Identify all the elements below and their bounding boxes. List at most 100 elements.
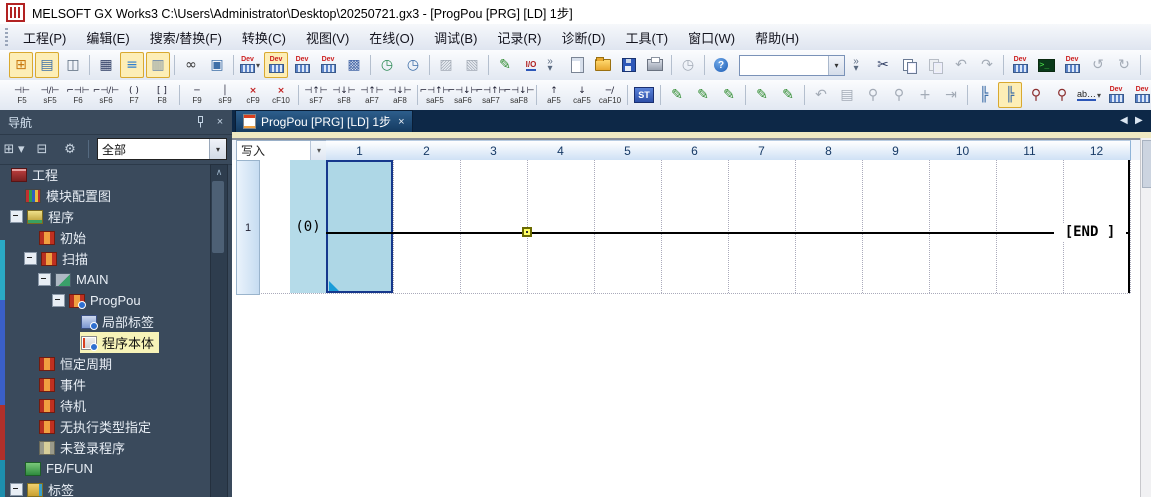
redo-button[interactable]: ↷	[975, 52, 999, 78]
collapse-tree-button[interactable]: ⊟	[30, 137, 54, 161]
edit-wire-button[interactable]: ✎	[665, 82, 689, 108]
tree-item-project[interactable]: 工程	[0, 164, 210, 185]
option-b-button[interactable]: ▧	[460, 52, 484, 78]
zoom-replace-button[interactable]: ⚲	[1050, 82, 1074, 108]
sync-write-button[interactable]: ↻	[1112, 52, 1136, 78]
tree-item-event[interactable]: 事件	[0, 374, 210, 395]
zoom-find-button[interactable]: ⚲	[1024, 82, 1048, 108]
tree-display-active-button[interactable]: ╠	[998, 82, 1022, 108]
tree-item-module-config[interactable]: 模块配置图	[0, 185, 210, 206]
menu-edit[interactable]: 编辑(E)	[76, 25, 139, 50]
tab-progpou[interactable]: ProgPou [PRG] [LD] 1步 ×	[235, 110, 413, 132]
menu-window[interactable]: 窗口(W)	[678, 25, 745, 50]
menu-help[interactable]: 帮助(H)	[745, 25, 809, 50]
tree-expand-icon[interactable]	[52, 294, 65, 307]
statement-button[interactable]: ▤	[835, 82, 859, 108]
clock-settings-button[interactable]: ◷	[401, 52, 425, 78]
rising-pulse-closed-button[interactable]: ⊣↑⊢aF7	[358, 81, 386, 110]
scrollbar-thumb[interactable]	[212, 181, 224, 253]
tree-display-button[interactable]: ╠	[972, 82, 996, 108]
tree-item-no-exec-type[interactable]: 无执行类型指定	[0, 416, 210, 437]
close-icon[interactable]: ×	[212, 114, 228, 130]
module-chip-button[interactable]: ▦	[94, 52, 118, 78]
menu-convert[interactable]: 转换(C)	[232, 25, 296, 50]
program-grid-button[interactable]: ▥	[146, 52, 170, 78]
edit-contact-button[interactable]: ✎	[691, 82, 715, 108]
closed-contact-button[interactable]: ⊣/⊢sF5	[36, 81, 64, 110]
expand-tree-button[interactable]: ⊞ ▾	[2, 137, 26, 161]
delete-horizontal-line-button[interactable]: ×cF9	[239, 81, 267, 110]
module-config-button[interactable]: ▤	[35, 52, 59, 78]
cross-reference-button[interactable]: ∞	[179, 52, 203, 78]
horizontal-line-button[interactable]: ─F9	[183, 81, 211, 110]
menu-view[interactable]: 视图(V)	[296, 25, 359, 50]
monitor-terminal-button[interactable]: >_	[1034, 52, 1058, 78]
device-find-button[interactable]: Dev▾	[238, 52, 262, 78]
falling-pulse-button[interactable]: ⊣↓⊢sF8	[330, 81, 358, 110]
tree-item-fbfun[interactable]: FB/FUN	[0, 458, 210, 479]
watch-window-button[interactable]: ▩	[342, 52, 366, 78]
register-label-button[interactable]: ab…▾	[1076, 82, 1102, 108]
label-editor-button[interactable]: ✎	[493, 52, 517, 78]
edit-coil-button[interactable]: ✎	[717, 82, 741, 108]
io-assignment-button[interactable]: I/O	[519, 52, 543, 78]
tree-expand-icon[interactable]	[10, 210, 23, 223]
paste-button[interactable]	[923, 52, 947, 78]
help-button[interactable]: ?	[709, 52, 733, 78]
tree-item-standby[interactable]: 待机	[0, 395, 210, 416]
coil-button[interactable]: ( )F7	[120, 81, 148, 110]
tree-expand-icon[interactable]	[10, 483, 23, 496]
device-replace-button[interactable]: Dev	[290, 52, 314, 78]
find-window-button[interactable]: ▣	[205, 52, 229, 78]
device-entry-button[interactable]: Dev	[264, 52, 288, 78]
option-a-button[interactable]: ▨	[434, 52, 458, 78]
toolbar-overflow-icon[interactable]: »▾	[850, 53, 862, 77]
ladder-canvas[interactable]: 1 (0) [END ]	[232, 160, 1151, 497]
write-to-plc-button[interactable]: →	[1145, 52, 1151, 78]
tab-close-icon[interactable]: ×	[398, 116, 404, 128]
edit-device-table-button[interactable]: ✎	[750, 82, 774, 108]
falling-pulse-closed-button[interactable]: ⊣↓⊢aF8	[386, 81, 414, 110]
open-contact-button[interactable]: ⊣⊢F5	[8, 81, 36, 110]
application-instruction-button[interactable]: [ ]F8	[148, 81, 176, 110]
device-batch-button[interactable]: Dev	[316, 52, 340, 78]
sync-read-button[interactable]: ↺	[1086, 52, 1110, 78]
editor-scrollbar[interactable]	[1140, 138, 1151, 497]
menu-tools[interactable]: 工具(T)	[616, 25, 679, 50]
closed-branch-button[interactable]: ⌐⊣/⊢sF6	[92, 81, 120, 110]
toolbar-overflow-icon[interactable]: »▾	[544, 53, 556, 77]
jump-button[interactable]: ⇥	[939, 82, 963, 108]
print-button[interactable]	[643, 52, 667, 78]
entry-undo-button[interactable]: ↶	[809, 82, 833, 108]
rising-pulse-branch-button[interactable]: ⌐⊣↑⊢saF5	[421, 81, 449, 110]
menu-online[interactable]: 在线(O)	[359, 25, 424, 50]
pin-icon[interactable]	[192, 114, 208, 130]
tree-expand-icon[interactable]	[24, 252, 37, 265]
tree-filter-select[interactable]: 全部 ▾	[97, 138, 227, 160]
delete-vertical-line-button[interactable]: ×cF10	[267, 81, 295, 110]
rising-pulse-button[interactable]: ⊣↑⊢sF7	[302, 81, 330, 110]
project-time-button[interactable]: ◷	[676, 52, 700, 78]
tree-item-main[interactable]: MAIN	[0, 269, 210, 290]
tree-scrollbar[interactable]: ∧	[210, 164, 228, 497]
tree-expand-icon[interactable]	[38, 273, 51, 286]
undo-button[interactable]: ↶	[949, 52, 973, 78]
device-zoom-find-button[interactable]: Dev	[1104, 82, 1128, 108]
tree-item-fixed-scan[interactable]: 恒定周期	[0, 353, 210, 374]
falling-pulse-closed-branch-button[interactable]: ⌐⊣↓⊢saF8	[505, 81, 533, 110]
clock-monitor-button[interactable]: ◷	[375, 52, 399, 78]
insert-mode-button[interactable]: +	[913, 82, 937, 108]
menu-recording[interactable]: 记录(R)	[487, 25, 551, 50]
save-project-button[interactable]	[617, 52, 641, 78]
tree-item-program[interactable]: 程序	[0, 206, 210, 227]
tree-item-initial[interactable]: 初始	[0, 227, 210, 248]
chevron-down-icon[interactable]: ▾	[310, 141, 327, 160]
hk-monitor-button[interactable]: Dev	[1060, 52, 1084, 78]
tree-item-label[interactable]: 标签	[0, 479, 210, 497]
tree-item-unregistered[interactable]: 未登录程序	[0, 437, 210, 458]
selected-cell[interactable]	[326, 160, 393, 293]
tab-scroll-right-icon[interactable]: ▶	[1135, 115, 1143, 126]
tree-item-local-label[interactable]: 局部标签	[0, 311, 210, 332]
function-combo[interactable]: ▾	[735, 52, 849, 78]
tree-item-scan[interactable]: 扫描	[0, 248, 210, 269]
